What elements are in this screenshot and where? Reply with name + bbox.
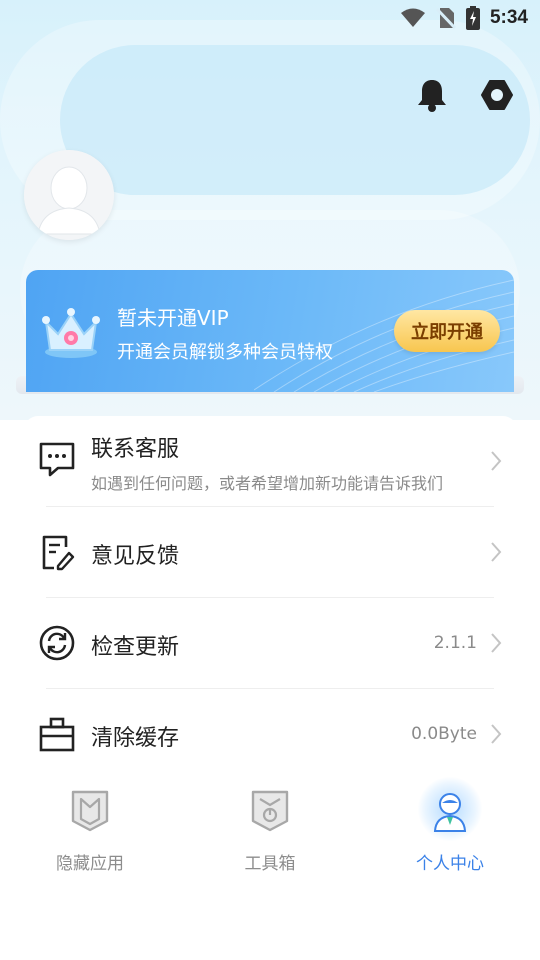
toolbox-clear-icon — [39, 717, 75, 752]
hidden-apps-icon — [71, 790, 109, 832]
bottom-nav: 隐藏应用 工具箱 个人中心 — [0, 765, 540, 960]
vip-title: 暂未开通VIP — [117, 306, 229, 330]
nav-item-hidden-apps[interactable]: 隐藏应用 — [0, 765, 180, 885]
menu-item-contact-support[interactable]: 联系客服 如遇到任何问题，或者希望增加新功能请告诉我们 — [24, 416, 517, 507]
settings-menu: 联系客服 如遇到任何问题，或者希望增加新功能请告诉我们 意见反馈 检查更新 2.… — [24, 416, 517, 776]
default-avatar-icon — [24, 150, 114, 240]
crown-icon — [42, 308, 100, 358]
vip-subtitle: 开通会员解锁多种会员特权 — [117, 342, 333, 363]
profile-icon — [433, 793, 467, 832]
open-vip-button[interactable]: 立即开通 — [394, 310, 500, 352]
bell-icon[interactable] — [416, 78, 448, 112]
no-sim-icon — [435, 7, 456, 29]
nav-label: 工具箱 — [244, 854, 296, 874]
nav-item-profile[interactable]: 个人中心 — [360, 765, 540, 885]
settings-icon[interactable] — [480, 78, 514, 112]
nav-label: 隐藏应用 — [56, 854, 124, 874]
avatar[interactable] — [24, 150, 114, 240]
menu-item-feedback[interactable]: 意见反馈 — [24, 507, 517, 598]
chevron-right-icon — [491, 451, 502, 471]
wifi-icon — [400, 8, 425, 27]
chat-icon — [39, 442, 75, 477]
chevron-right-icon — [491, 724, 502, 744]
status-bar: 5:34 — [400, 4, 528, 32]
status-time: 5:34 — [489, 7, 528, 28]
battery-icon — [465, 6, 480, 30]
feedback-edit-icon — [42, 535, 75, 571]
refresh-icon — [39, 625, 75, 661]
menu-item-title: 联系客服 — [91, 437, 180, 462]
menu-item-title: 检查更新 — [91, 635, 180, 660]
toolbox-icon — [251, 790, 289, 832]
nav-label: 个人中心 — [416, 854, 484, 874]
version-value: 2.1.1 — [433, 633, 477, 653]
menu-item-desc: 如遇到任何问题，或者希望增加新功能请告诉我们 — [91, 474, 444, 493]
chevron-right-icon — [491, 633, 502, 653]
chevron-right-icon — [491, 542, 502, 562]
cache-size-value: 0.0Byte — [411, 724, 477, 744]
menu-item-title: 清除缓存 — [91, 726, 180, 751]
menu-item-check-update[interactable]: 检查更新 2.1.1 — [24, 598, 517, 689]
menu-item-title: 意见反馈 — [91, 544, 180, 569]
nav-item-toolbox[interactable]: 工具箱 — [180, 765, 360, 885]
